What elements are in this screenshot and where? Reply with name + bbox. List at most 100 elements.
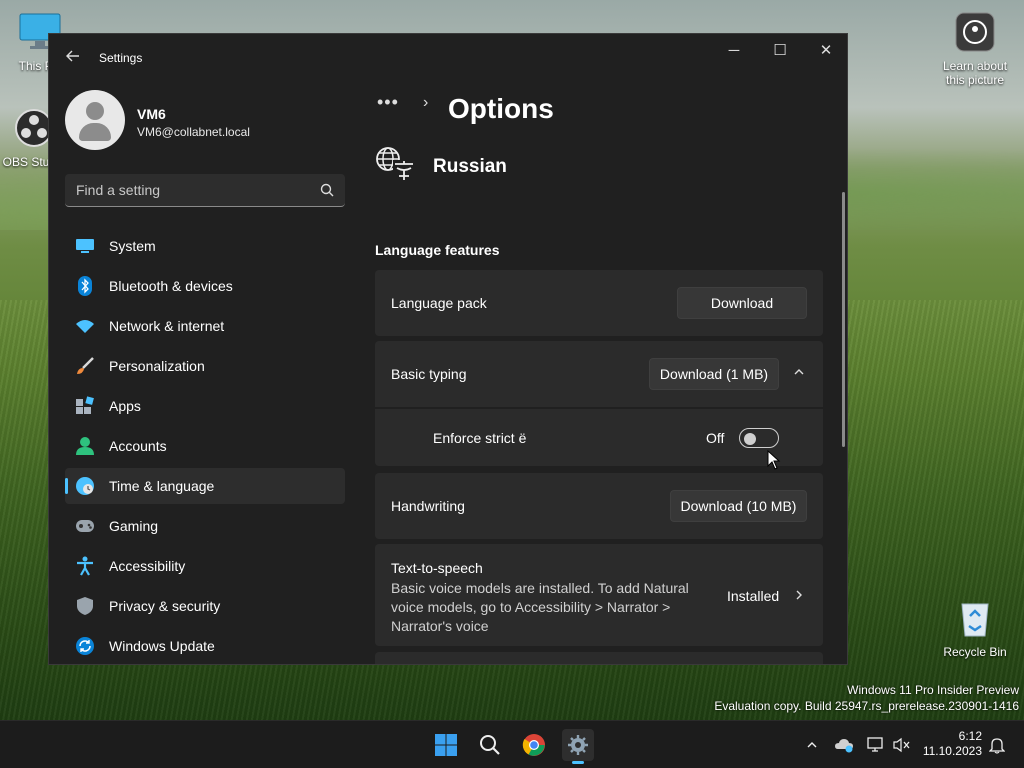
language-pack-download-button[interactable]: Download bbox=[677, 287, 807, 319]
sidebar-item-time-language[interactable]: Time & language bbox=[65, 468, 345, 504]
chrome-icon bbox=[522, 734, 545, 756]
sidebar-nav: System Bluetooth & devices Network & int… bbox=[65, 228, 345, 664]
page-title: Options bbox=[448, 93, 554, 124]
shield-icon bbox=[75, 596, 95, 616]
chevron-up-icon[interactable] bbox=[791, 366, 807, 382]
main-content: ••• › Options Russian Language features … bbox=[359, 82, 847, 664]
taskbar: 6:12 11.10.2023 bbox=[0, 720, 1024, 768]
mouse-cursor-icon bbox=[767, 450, 781, 470]
taskbar-search-button[interactable] bbox=[474, 729, 506, 761]
sidebar-item-label: Personalization bbox=[109, 358, 205, 374]
sidebar-item-label: Windows Update bbox=[109, 638, 215, 654]
maximize-button[interactable]: ☐ bbox=[757, 34, 803, 66]
card-next-partial bbox=[375, 652, 823, 664]
close-button[interactable]: ✕ bbox=[803, 34, 847, 66]
taskbar-clock[interactable]: 6:12 11.10.2023 bbox=[923, 729, 982, 759]
gaming-icon bbox=[75, 516, 95, 536]
sidebar-item-gaming[interactable]: Gaming bbox=[65, 508, 345, 544]
section-language-features: Language features bbox=[375, 242, 500, 258]
tts-description: Basic voice models are installed. To add… bbox=[391, 580, 689, 634]
desktop-icon-recycle-bin[interactable]: Recycle Bin bbox=[935, 598, 1015, 659]
sidebar-item-label: Accessibility bbox=[109, 558, 186, 574]
card-enforce-strict: Enforce strict ë Off bbox=[375, 409, 823, 466]
sidebar-item-label: Gaming bbox=[109, 518, 159, 534]
start-button[interactable] bbox=[430, 729, 462, 761]
sidebar-item-apps[interactable]: Apps bbox=[65, 388, 345, 424]
volume-muted-icon[interactable] bbox=[892, 735, 912, 755]
recycle-bin-icon bbox=[961, 603, 989, 637]
desktop-icon-learn-about-picture[interactable]: Learn about this picture bbox=[935, 12, 1015, 87]
sidebar-item-label: Network & internet bbox=[109, 318, 225, 334]
active-app-indicator bbox=[572, 761, 584, 764]
sidebar-item-label: Accounts bbox=[109, 438, 167, 454]
card-language-pack: Language pack Download bbox=[375, 270, 823, 336]
sidebar-item-accounts[interactable]: Accounts bbox=[65, 428, 345, 464]
scrollbar[interactable] bbox=[842, 192, 845, 447]
search-icon bbox=[480, 735, 500, 755]
user-name: VM6 bbox=[137, 106, 166, 122]
enforce-strict-toggle[interactable] bbox=[739, 428, 779, 448]
breadcrumb-more-button[interactable]: ••• bbox=[377, 92, 399, 113]
sidebar-item-label: System bbox=[109, 238, 156, 254]
basic-typing-download-button[interactable]: Download (1 MB) bbox=[649, 358, 779, 390]
clock-time: 6:12 bbox=[958, 729, 982, 743]
accounts-icon bbox=[75, 436, 95, 456]
search-icon[interactable] bbox=[319, 182, 335, 198]
avatar[interactable] bbox=[65, 90, 125, 150]
sidebar-item-accessibility[interactable]: Accessibility bbox=[65, 548, 345, 584]
sidebar: VM6 VM6@collabnet.local System Bluetooth… bbox=[49, 82, 359, 664]
sidebar-item-label: Time & language bbox=[109, 478, 215, 494]
search-input[interactable] bbox=[65, 174, 345, 206]
title-bar[interactable]: Settings ─ ☐ ✕ bbox=[49, 34, 847, 82]
sidebar-item-label: Apps bbox=[109, 398, 141, 414]
card-text-to-speech[interactable]: Text-to-speech Basic voice models are in… bbox=[375, 544, 823, 646]
sidebar-item-network[interactable]: Network & internet bbox=[65, 308, 345, 344]
desktop-icon-label: Learn about this picture bbox=[942, 59, 1008, 87]
windows-logo-icon bbox=[435, 734, 457, 756]
os-watermark: Windows 11 Pro Insider Preview Evaluatio… bbox=[714, 682, 1019, 714]
tray-overflow-chevron-icon[interactable] bbox=[802, 735, 822, 755]
app-title: Settings bbox=[99, 51, 143, 65]
brush-icon bbox=[75, 356, 95, 376]
back-arrow-icon[interactable] bbox=[63, 48, 83, 68]
system-icon bbox=[75, 236, 95, 256]
notification-bell-icon[interactable] bbox=[987, 735, 1007, 755]
taskbar-chrome-button[interactable] bbox=[518, 729, 550, 761]
clock-date: 11.10.2023 bbox=[922, 744, 982, 758]
enforce-strict-state: Off bbox=[706, 430, 725, 446]
sidebar-item-privacy[interactable]: Privacy & security bbox=[65, 588, 345, 624]
language-name: Russian bbox=[433, 156, 507, 177]
onedrive-icon[interactable] bbox=[834, 735, 854, 755]
user-email: VM6@collabnet.local bbox=[137, 125, 250, 139]
enforce-strict-label: Enforce strict ë bbox=[433, 430, 527, 446]
basic-typing-label: Basic typing bbox=[391, 366, 467, 382]
camera-icon bbox=[955, 12, 995, 52]
tts-status: Installed bbox=[727, 588, 780, 604]
taskbar-settings-button[interactable] bbox=[562, 729, 594, 764]
language-pack-label: Language pack bbox=[391, 295, 487, 311]
gear-icon bbox=[568, 735, 588, 755]
tts-label: Text-to-speech bbox=[391, 560, 483, 576]
sidebar-item-windows-update[interactable]: Windows Update bbox=[65, 628, 345, 664]
apps-icon bbox=[75, 396, 95, 416]
watermark-line1: Windows 11 Pro Insider Preview bbox=[847, 683, 1019, 697]
network-status-icon[interactable] bbox=[866, 735, 886, 755]
sidebar-item-bluetooth[interactable]: Bluetooth & devices bbox=[65, 268, 345, 304]
search-box[interactable] bbox=[65, 174, 345, 207]
update-icon bbox=[75, 636, 95, 656]
sidebar-item-personalization[interactable]: Personalization bbox=[65, 348, 345, 384]
minimize-button[interactable]: ─ bbox=[711, 34, 757, 66]
card-handwriting: Handwriting Download (10 MB) bbox=[375, 473, 823, 539]
card-basic-typing[interactable]: Basic typing Download (1 MB) bbox=[375, 341, 823, 407]
chevron-right-icon[interactable] bbox=[791, 589, 807, 605]
sidebar-item-system[interactable]: System bbox=[65, 228, 345, 264]
handwriting-label: Handwriting bbox=[391, 498, 465, 514]
time-language-icon bbox=[75, 476, 95, 496]
watermark-line2: Evaluation copy. Build 25947.rs_prerelea… bbox=[714, 699, 1019, 713]
sidebar-item-label: Bluetooth & devices bbox=[109, 278, 233, 294]
bluetooth-icon bbox=[75, 276, 95, 296]
handwriting-download-button[interactable]: Download (10 MB) bbox=[670, 490, 807, 522]
sidebar-item-label: Privacy & security bbox=[109, 598, 221, 614]
desktop-icon-label: Recycle Bin bbox=[943, 645, 1007, 659]
network-icon bbox=[75, 316, 95, 336]
